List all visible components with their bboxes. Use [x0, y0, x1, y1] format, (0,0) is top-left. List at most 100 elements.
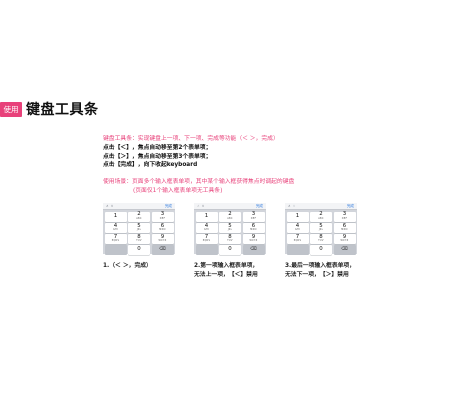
- key-letters: GHI: [112, 228, 119, 232]
- key-letters: ABC: [227, 217, 233, 220]
- keyboard-mockup-both-enabled: ∧ ∨ 完成 1 2 ABC 3 DEF 4 GHI 5 JKL 6 MNO 7 PQRS 8 TUV 9 WX…: [103, 203, 175, 257]
- keypad-key[interactable]: 0: [128, 245, 150, 256]
- keyboard-mockup-prev-disabled: ∧ ∨ 完成 1 2 ABC 3 DEF 4 GHI 5 JKL 6 MNO 7 PQRS 8 TUV 9 WX…: [194, 203, 266, 257]
- prev-arrow-icon[interactable]: ∧: [288, 204, 291, 208]
- keypad-key[interactable]: 2 ABC: [128, 211, 150, 222]
- key-letters: MNO: [250, 228, 257, 232]
- next-arrow-icon[interactable]: ∨: [111, 204, 114, 208]
- blank-key: [195, 245, 218, 256]
- keypad-key[interactable]: 4 GHI: [286, 222, 309, 233]
- keypad-key[interactable]: 5 JKL: [310, 222, 332, 233]
- key-letters: GHI: [203, 228, 210, 232]
- key-number: 1: [204, 212, 209, 219]
- caption-2: 2.第一项输入框表单项， 无法上一项，【＜】禁用: [194, 262, 258, 280]
- caption-3-line1: 3.最后一项输入框表单项，: [285, 263, 356, 269]
- key-letters: TUV: [318, 239, 324, 243]
- keypad-key[interactable]: 8 TUV: [128, 233, 150, 244]
- key-letters: WXYZ: [340, 239, 349, 243]
- keypad-key[interactable]: 5 JKL: [128, 222, 150, 233]
- delete-key[interactable]: ⌫: [151, 245, 174, 256]
- done-button[interactable]: 完成: [165, 204, 172, 209]
- key-letters: DEF: [250, 217, 257, 220]
- next-arrow-icon: ∨: [292, 204, 296, 208]
- keypad-key[interactable]: 8 TUV: [219, 233, 241, 244]
- usage-scenario: 使用场景：页面多个输入框表单项，其中某个输入框获得焦点时调起的键盘: [103, 179, 295, 186]
- description-prev: 点击【＜】，焦点自动移至第2个表单项；: [103, 144, 212, 151]
- number-keypad: 1 2 ABC 3 DEF 4 GHI 5 JKL 6 MNO 7 PQRS 8 TUV 9 WXYZ 0 ⌫: [103, 210, 175, 257]
- keypad-key[interactable]: 9 WXYZ: [151, 233, 174, 244]
- key-letters: TUV: [227, 239, 233, 243]
- key-letters: ABC: [136, 217, 142, 220]
- keypad-key[interactable]: 5 JKL: [219, 222, 241, 233]
- keypad-key[interactable]: 2 ABC: [219, 211, 241, 222]
- caption-2-line1: 2.第一项输入框表单项，: [194, 263, 259, 269]
- key-number: 1: [295, 212, 300, 219]
- keyboard-toolbar: ∧ ∨ 完成: [103, 203, 175, 210]
- keyboard-mockup-next-disabled: ∧ ∨ 完成 1 2 ABC 3 DEF 4 GHI 5 JKL 6 MNO 7 PQRS 8 TUV 9 WX…: [285, 203, 357, 256]
- toolbar-arrows: ∧ ∨: [106, 204, 114, 208]
- delete-key[interactable]: ⌫: [333, 245, 356, 256]
- blank-key: [104, 245, 127, 256]
- description-done: 点击【完成】，向下收起keyboard: [103, 162, 198, 169]
- keypad-key[interactable]: 4 GHI: [104, 222, 127, 233]
- keypad-key[interactable]: 4 GHI: [195, 222, 218, 233]
- toolbar-arrows: ∧ ∨: [288, 204, 296, 208]
- key-letters: MNO: [341, 228, 348, 232]
- keypad-key[interactable]: 3 DEF: [151, 211, 174, 222]
- page-title: 键盘工具条: [26, 102, 99, 118]
- caption-1-text: 1.（＜ ＞，完成）: [103, 263, 152, 269]
- section-header: 使用 键盘工具条: [0, 99, 99, 119]
- key-letters: PQRS: [293, 239, 302, 243]
- key-letters: JKL: [136, 228, 142, 232]
- keypad-key[interactable]: 7 PQRS: [104, 233, 127, 244]
- keypad-key[interactable]: 7 PQRS: [286, 233, 309, 244]
- keypad-key[interactable]: 6 MNO: [242, 222, 265, 233]
- key-letters: DEF: [159, 217, 166, 220]
- key-number: 0: [319, 246, 323, 253]
- keyboard-toolbar: ∧ ∨ 完成: [194, 203, 266, 210]
- caption-3-line2: 无法下一项，【＞】禁用: [285, 272, 349, 278]
- keypad-key[interactable]: 7 PQRS: [195, 233, 218, 244]
- caption-3: 3.最后一项输入框表单项， 无法下一项，【＞】禁用: [285, 262, 355, 280]
- backspace-icon: ⌫: [159, 247, 166, 253]
- keypad-key[interactable]: 0: [219, 245, 241, 256]
- key-letters: TUV: [136, 239, 142, 243]
- usage-scenario-note: (页面仅1个输入框表单项无工具条): [133, 187, 223, 194]
- keypad-key[interactable]: 6 MNO: [151, 222, 174, 233]
- prev-arrow-icon: ∧: [197, 204, 201, 208]
- keypad-key[interactable]: 1: [195, 211, 218, 222]
- key-letters: PQRS: [111, 239, 120, 243]
- done-button[interactable]: 完成: [256, 204, 263, 209]
- keypad-key[interactable]: 9 WXYZ: [333, 233, 356, 244]
- key-number: 0: [137, 246, 141, 253]
- next-arrow-icon[interactable]: ∨: [202, 204, 205, 208]
- description-next: 点击【＞】，焦点自动移至第3个表单项；: [103, 153, 212, 160]
- keyboard-toolbar: ∧ ∨ 完成: [285, 203, 357, 210]
- keypad-key[interactable]: 3 DEF: [242, 211, 265, 222]
- keypad-key[interactable]: 2 ABC: [310, 211, 332, 222]
- keypad-key[interactable]: 0: [310, 245, 332, 256]
- keypad-key[interactable]: 1: [286, 211, 309, 222]
- delete-key[interactable]: ⌫: [242, 245, 265, 256]
- key-letters: DEF: [341, 217, 348, 220]
- key-letters: JKL: [227, 228, 233, 232]
- number-keypad: 1 2 ABC 3 DEF 4 GHI 5 JKL 6 MNO 7 PQRS 8 TUV 9 WXYZ 0 ⌫: [194, 210, 266, 257]
- backspace-icon: ⌫: [250, 247, 257, 253]
- toolbar-arrows: ∧ ∨: [197, 204, 205, 208]
- keypad-key[interactable]: 9 WXYZ: [242, 233, 265, 244]
- keypad-key[interactable]: 8 TUV: [310, 233, 332, 244]
- done-button[interactable]: 完成: [347, 204, 354, 209]
- keypad-key[interactable]: 6 MNO: [333, 222, 356, 233]
- blank-key: [286, 245, 309, 256]
- backspace-icon: ⌫: [341, 247, 348, 253]
- caption-2-line2: 无法上一项，【＜】禁用: [194, 272, 258, 278]
- key-letters: GHI: [294, 228, 301, 232]
- usage-tag: 使用: [0, 101, 22, 117]
- keypad-key[interactable]: 3 DEF: [333, 211, 356, 222]
- prev-arrow-icon[interactable]: ∧: [106, 204, 109, 208]
- key-letters: JKL: [318, 228, 324, 232]
- key-letters: PQRS: [202, 239, 211, 243]
- keypad-key[interactable]: 1: [104, 211, 127, 222]
- key-letters: MNO: [159, 228, 166, 232]
- caption-1: 1.（＜ ＞，完成）: [103, 262, 152, 271]
